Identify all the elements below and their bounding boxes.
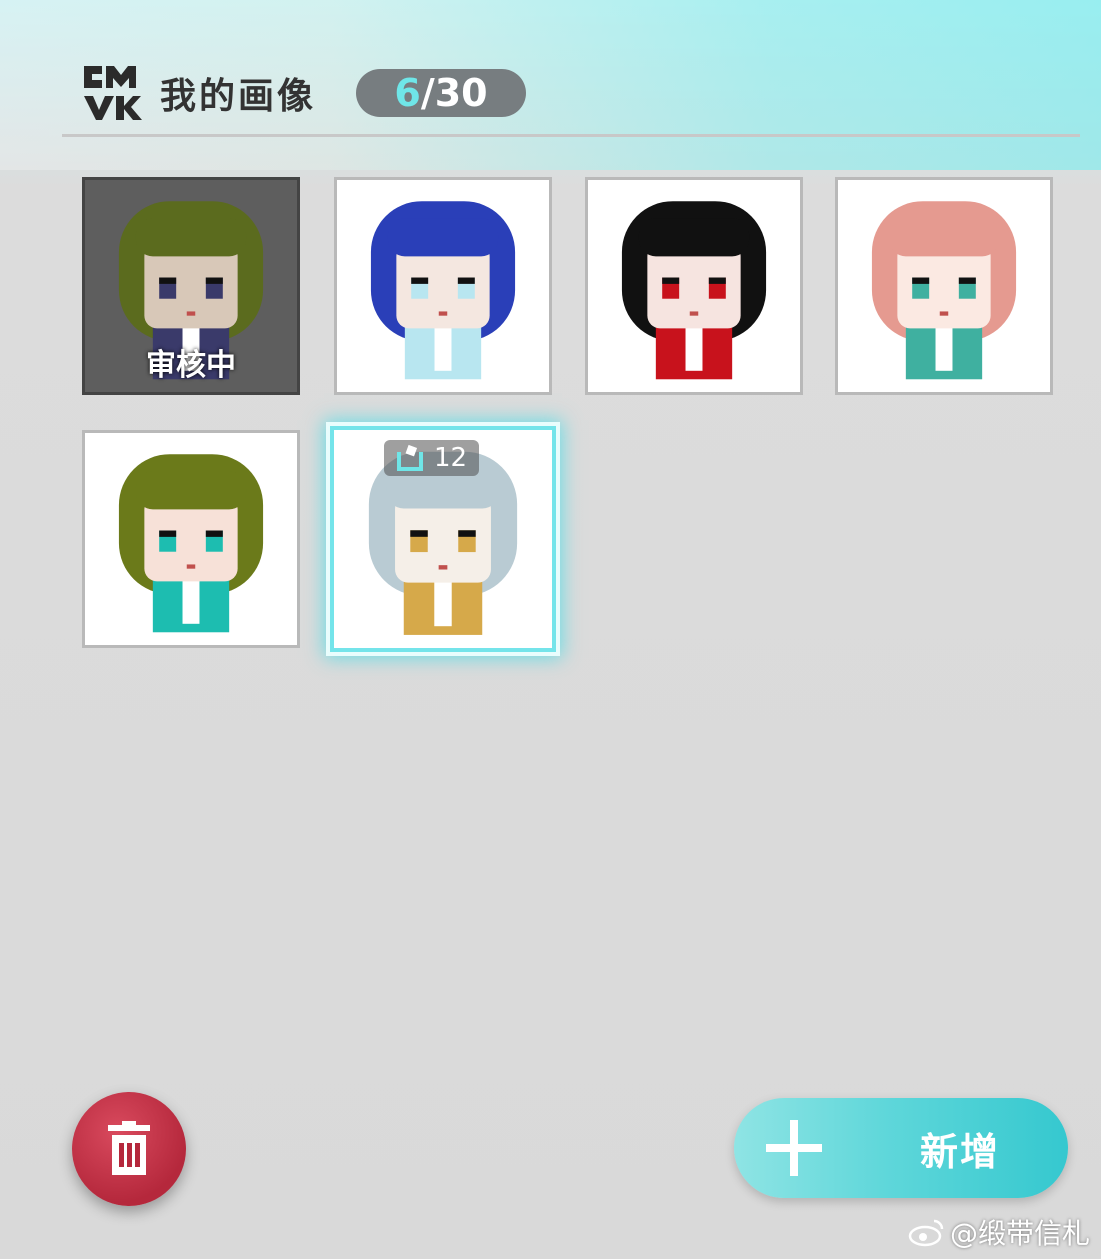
add-button-label: 新增 (920, 1129, 1001, 1174)
watermark-text: @缎带信札 (950, 1217, 1091, 1250)
delete-button[interactable] (72, 1092, 186, 1206)
trash-icon (108, 1121, 150, 1175)
usage-count: 12 (434, 443, 468, 473)
avatar-tile-6-selected[interactable]: 12 (330, 426, 556, 652)
page-title: 我的画像 (160, 76, 317, 117)
review-status-label: 审核中 (146, 348, 236, 383)
watermark: @缎带信札 (908, 1212, 1090, 1252)
plus-icon (766, 1120, 822, 1176)
avatar-tile-5[interactable] (82, 430, 300, 648)
pixel-avatar-image (621, 201, 767, 380)
app-logo-icon (84, 66, 142, 120)
avatar-tile-3[interactable] (585, 177, 803, 395)
avatar-count-badge: 6/30 (356, 69, 527, 117)
count-current: 6 (394, 71, 421, 115)
count-separator: / (420, 71, 435, 115)
share-box-icon (397, 444, 423, 471)
header: 我的画像 6/30 (80, 58, 527, 128)
add-avatar-button[interactable]: 新增 (734, 1098, 1068, 1198)
weibo-icon (908, 1219, 944, 1247)
avatar-tile-1[interactable]: 审核中 (82, 177, 300, 395)
usage-count-badge: 12 (384, 440, 480, 476)
pixel-avatar-image (370, 201, 516, 380)
count-total: 30 (434, 71, 488, 115)
avatar-tile-4[interactable] (835, 177, 1053, 395)
pixel-avatar-image (871, 201, 1017, 380)
avatar-tile-2[interactable] (334, 177, 552, 395)
pixel-avatar-image (118, 454, 264, 633)
header-divider (62, 134, 1080, 137)
